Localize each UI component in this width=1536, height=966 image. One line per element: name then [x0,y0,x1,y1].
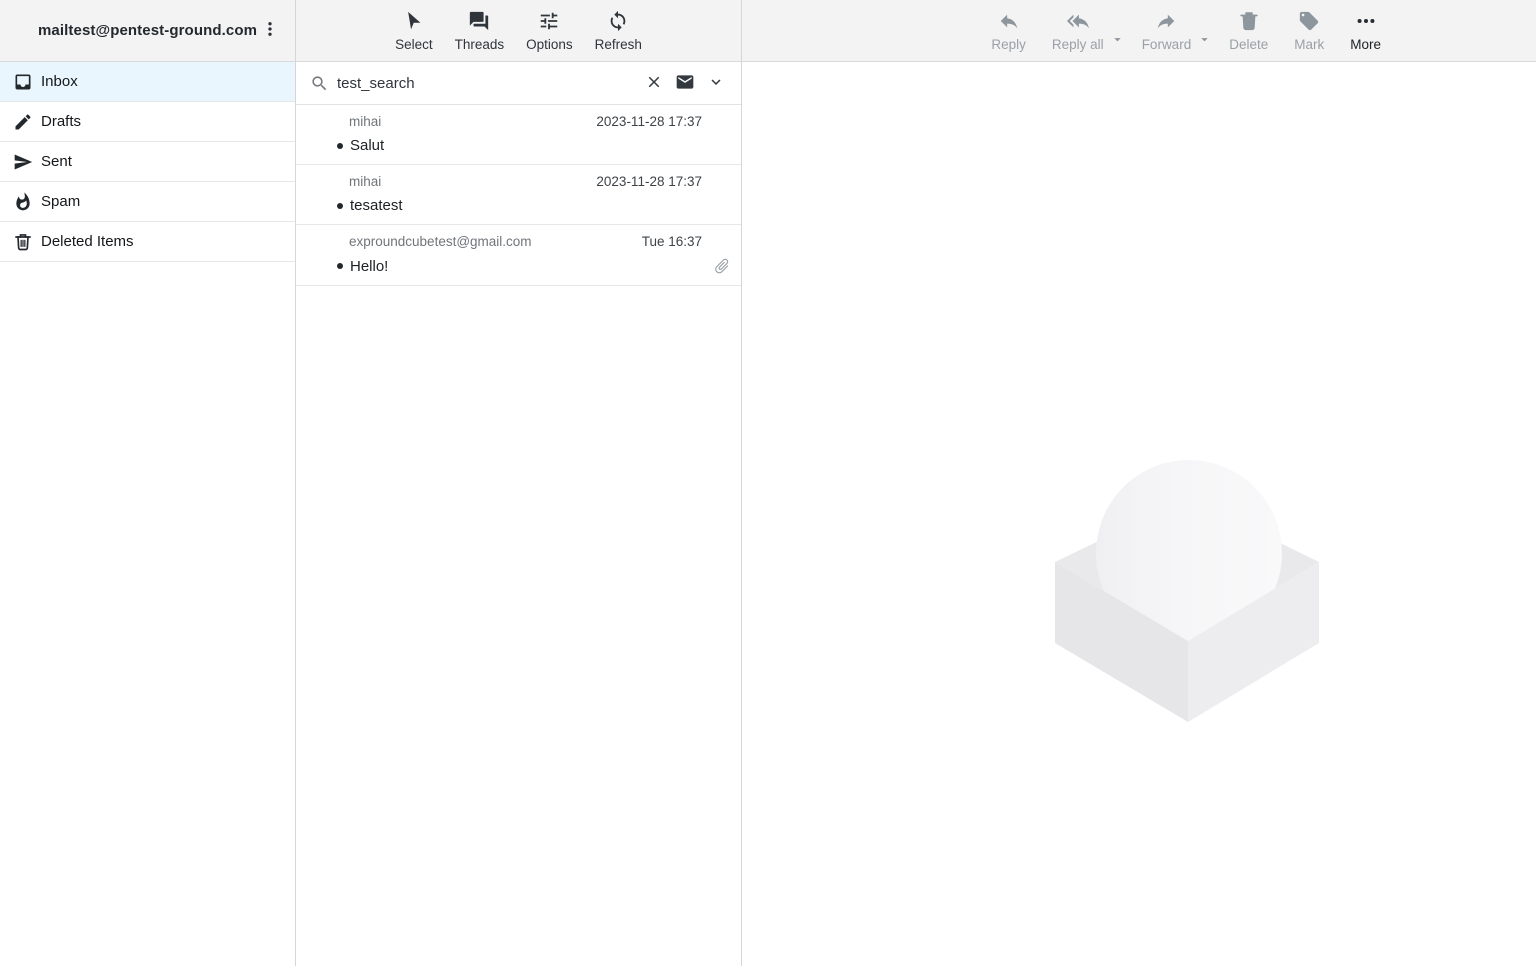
roundcube-logo-watermark [1053,458,1321,722]
list-toolbar: Select Threads Options Refresh [296,0,741,62]
folder-label: Sent [41,153,72,170]
pencil-icon [12,112,33,132]
attachment-paperclip-icon [713,257,731,275]
select-button[interactable]: Select [388,8,440,54]
trash-icon [1238,10,1260,35]
sidebar-item-sent[interactable]: Sent [0,142,295,182]
folder-sidebar: mailtest@pentest-ground.com Inbox Drafts [0,0,296,966]
flame-icon [12,192,33,212]
refresh-button[interactable]: Refresh [588,8,649,54]
unread-indicator [337,203,343,209]
unread-indicator [337,143,343,149]
message-sender: mihai [349,174,596,189]
message-pane [742,62,1536,966]
ellipsis-icon [1355,10,1377,35]
kebab-vertical-icon [261,20,279,41]
reply-all-dropdown-caret[interactable] [1112,34,1123,45]
clear-search-button[interactable] [643,71,665,96]
envelope-icon [675,72,695,95]
sidebar-item-inbox[interactable]: Inbox [0,62,295,102]
message-row[interactable]: exproundcubetest@gmail.com Tue 16:37 Hel… [296,225,741,286]
reply-all-icon [1067,10,1089,35]
refresh-button-label: Refresh [595,38,642,52]
message-date: 2023-11-28 17:37 [596,114,702,129]
webmail-app: mailtest@pentest-ground.com Inbox Drafts [0,0,1536,966]
search-input[interactable] [337,75,635,92]
search-bar [296,62,741,105]
search-options-toggle[interactable] [705,71,727,96]
search-scope-button[interactable] [673,70,697,97]
select-button-label: Select [395,38,433,52]
close-icon [645,73,663,94]
reply-icon [998,10,1020,35]
more-button[interactable]: More [1343,8,1388,54]
options-button[interactable]: Options [519,8,580,54]
delete-button[interactable]: Delete [1222,8,1275,54]
forward-icon [1155,10,1177,35]
trash-icon [12,232,33,252]
sidebar-item-deleted-items[interactable]: Deleted Items [0,222,295,262]
folder-label: Deleted Items [41,233,134,250]
mail-pane-column: Reply Reply all Forward [742,0,1536,966]
mark-button[interactable]: Mark [1287,8,1331,54]
tag-icon [1298,10,1320,35]
mark-button-label: Mark [1294,38,1324,52]
delete-button-label: Delete [1229,38,1268,52]
message-list: mihai 2023-11-28 17:37 Salut mihai 2023-… [296,105,741,286]
message-date: 2023-11-28 17:37 [596,174,702,189]
folder-list: Inbox Drafts Sent Spam [0,62,295,262]
reply-all-button[interactable]: Reply all [1045,8,1111,54]
reply-all-button-label: Reply all [1052,38,1104,52]
message-sender: mihai [349,114,596,129]
folder-label: Spam [41,193,80,210]
folder-label: Inbox [41,73,78,90]
folder-label: Drafts [41,113,81,130]
message-row[interactable]: mihai 2023-11-28 17:37 Salut [296,105,741,165]
refresh-icon [607,10,629,35]
kebab-menu-button[interactable] [257,16,283,45]
unread-indicator [337,263,343,269]
forward-button-label: Forward [1142,38,1192,52]
message-toolbar: Reply Reply all Forward [742,0,1536,62]
paper-plane-icon [12,152,33,172]
search-icon [310,74,329,93]
message-row[interactable]: mihai 2023-11-28 17:37 tesatest [296,165,741,225]
cursor-arrow-icon [403,10,425,35]
account-email[interactable]: mailtest@pentest-ground.com [38,22,257,39]
sidebar-header: mailtest@pentest-ground.com [0,0,295,62]
chevron-down-icon [707,73,725,94]
message-date: Tue 16:37 [642,234,702,249]
options-button-label: Options [526,38,573,52]
threads-button[interactable]: Threads [448,8,512,54]
chat-bubbles-icon [468,10,490,35]
message-list-column: Select Threads Options Refresh [296,0,742,966]
more-button-label: More [1350,38,1381,52]
reply-button[interactable]: Reply [984,8,1033,54]
forward-button[interactable]: Forward [1135,8,1199,54]
sidebar-item-drafts[interactable]: Drafts [0,102,295,142]
message-subject: tesatest [350,197,403,214]
message-subject: Salut [350,137,384,154]
inbox-icon [12,72,33,92]
forward-dropdown-caret[interactable] [1199,34,1210,45]
reply-button-label: Reply [991,38,1026,52]
message-sender: exproundcubetest@gmail.com [349,234,642,249]
threads-button-label: Threads [455,38,505,52]
message-subject: Hello! [350,258,388,275]
sidebar-item-spam[interactable]: Spam [0,182,295,222]
sliders-icon [538,10,560,35]
